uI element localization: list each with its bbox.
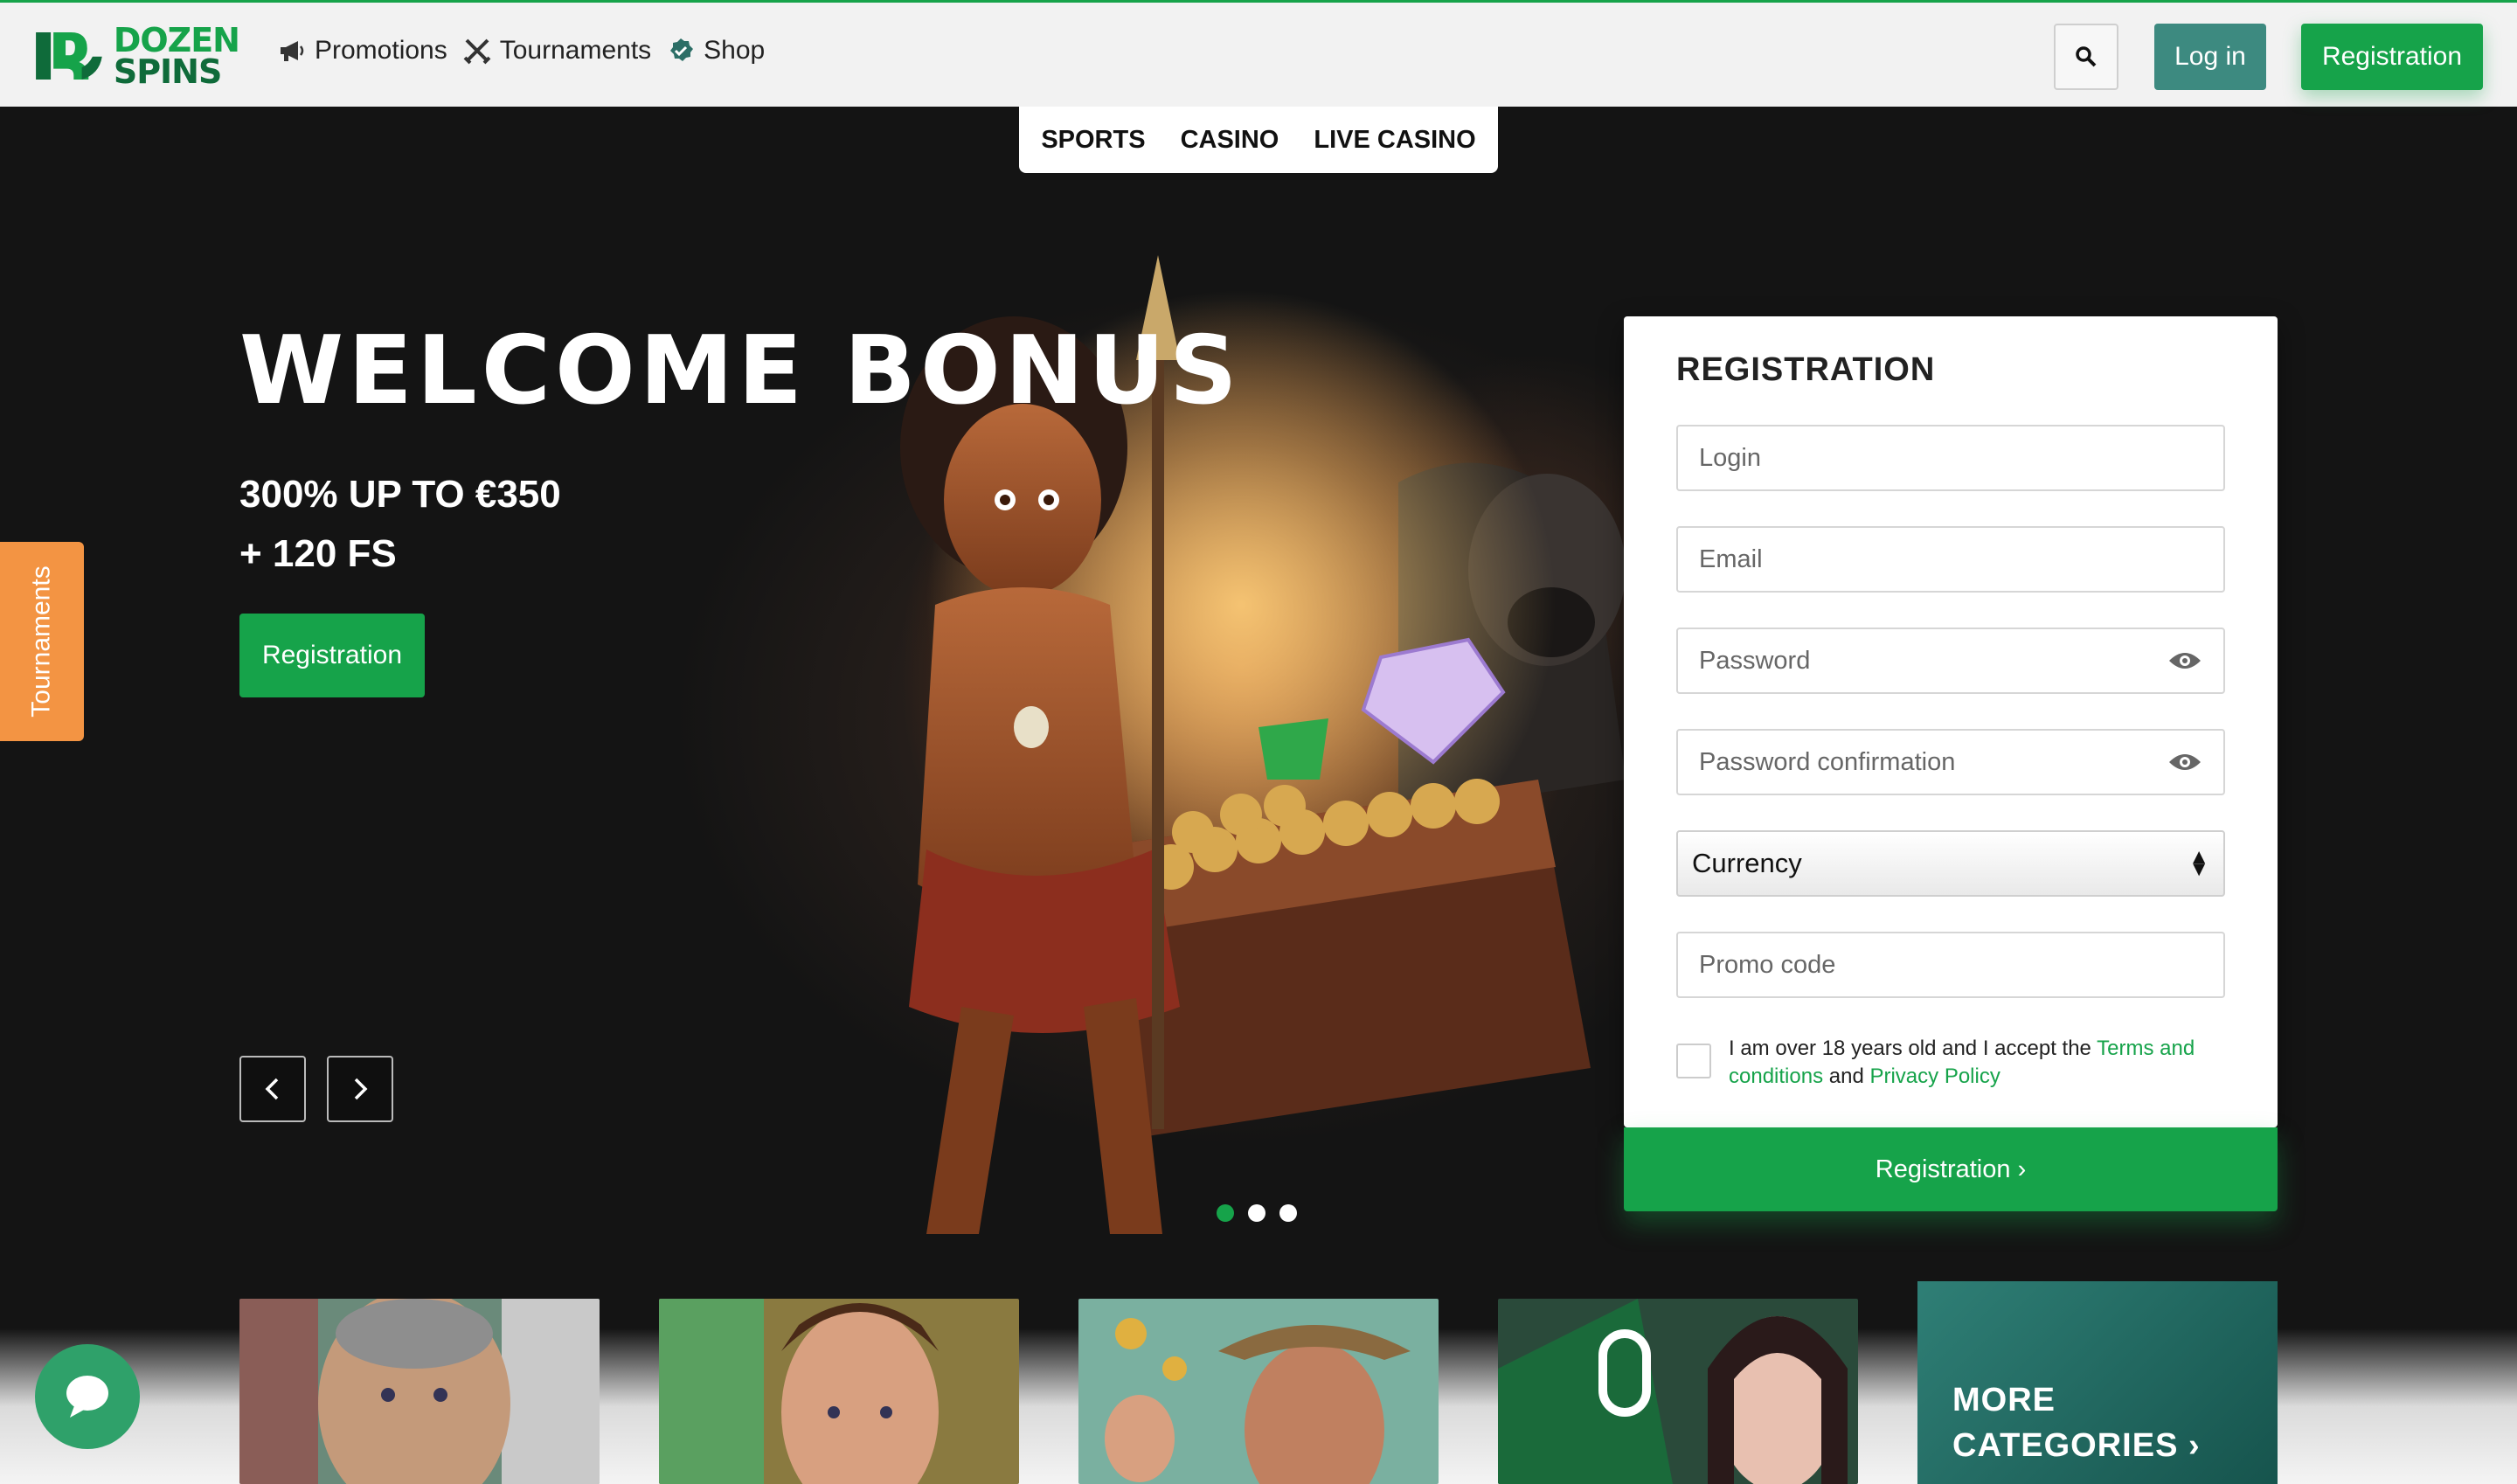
more-categories-line-2: CATEGORIES › — [1952, 1427, 2201, 1464]
slider-dots — [1217, 1204, 1297, 1222]
hero-title: WELCOME BONUS — [239, 316, 1242, 426]
password-confirmation-input[interactable] — [1699, 747, 2167, 777]
slider-prev-button[interactable] — [239, 1056, 306, 1122]
tab-live-casino[interactable]: LIVE CASINO — [1314, 126, 1475, 155]
game-art-hero — [659, 1299, 1019, 1484]
select-arrows-icon: ▲ ▼ — [2188, 845, 2209, 881]
consent-prefix: I am over 18 years old and I accept the — [1729, 1037, 2098, 1060]
tournaments-side-tab[interactable]: Tournaments — [0, 542, 84, 741]
megaphone-icon — [281, 41, 304, 61]
tab-sports[interactable]: SPORTS — [1041, 126, 1145, 155]
email-input[interactable] — [1699, 544, 2202, 574]
hero-offer: 300% UP TO €350 + 120 FS — [239, 465, 561, 584]
header-registration-button[interactable]: Registration — [2301, 24, 2483, 90]
search-icon — [2076, 46, 2097, 67]
nav-shop-label: Shop — [704, 36, 766, 65]
registration-submit-button[interactable]: Registration › — [1624, 1127, 2278, 1211]
age-consent-checkbox[interactable] — [1676, 1044, 1711, 1078]
privacy-link[interactable]: Privacy Policy — [1869, 1064, 2000, 1088]
slider-next-button[interactable] — [327, 1056, 393, 1122]
chevron-right-icon — [354, 1078, 368, 1100]
promo-code-field[interactable] — [1676, 932, 2225, 998]
tournaments-side-tab-label: Tournaments — [27, 565, 56, 718]
tab-casino[interactable]: CASINO — [1181, 126, 1279, 155]
email-field[interactable] — [1676, 526, 2225, 593]
site-header: DOZEN SPINS Promotions Tournaments Shop … — [0, 0, 2517, 107]
login-field[interactable] — [1676, 425, 2225, 491]
registration-panel: REGISTRATION Currency ▲▼ I am over 18 ye… — [1624, 316, 2278, 1127]
hero-offer-line-2: + 120 FS — [239, 532, 397, 575]
top-nav: Promotions Tournaments Shop — [278, 36, 765, 66]
more-categories-card[interactable]: MORE CATEGORIES › — [1917, 1281, 2278, 1484]
chat-button[interactable] — [35, 1344, 140, 1449]
game-art-roulette — [1498, 1299, 1858, 1484]
password-field[interactable] — [1676, 628, 2225, 694]
game-thumbnail-3[interactable] — [1078, 1299, 1439, 1484]
eye-icon[interactable] — [2167, 649, 2202, 672]
login-input[interactable] — [1699, 443, 2202, 473]
consent-and: and — [1823, 1064, 1870, 1088]
login-button[interactable]: Log in — [2154, 24, 2266, 90]
registration-title: REGISTRATION — [1676, 351, 1936, 388]
slider-dot-2[interactable] — [1248, 1204, 1265, 1222]
logo-mark-icon — [36, 31, 102, 80]
nav-shop[interactable]: Shop — [667, 36, 765, 66]
slider-dot-1[interactable] — [1217, 1204, 1234, 1222]
password-confirmation-field[interactable] — [1676, 729, 2225, 795]
nav-tournaments[interactable]: Tournaments — [463, 36, 651, 66]
logo-line-1: DOZEN — [113, 21, 240, 59]
nav-promotions[interactable]: Promotions — [278, 36, 447, 66]
currency-select-value: Currency — [1692, 848, 1802, 878]
game-thumbnail-2[interactable] — [659, 1299, 1019, 1484]
game-art-viking — [239, 1299, 600, 1484]
nav-tournaments-label: Tournaments — [499, 36, 652, 65]
game-art-cowboy — [1078, 1299, 1439, 1484]
logo[interactable]: DOZEN SPINS — [33, 18, 240, 94]
logo-wordmark: DOZEN SPINS — [113, 21, 240, 91]
chevron-left-icon — [265, 1078, 279, 1100]
product-tabs: SPORTS CASINO LIVE CASINO — [1019, 107, 1498, 173]
logo-line-2: SPINS — [113, 52, 223, 91]
game-thumbnail-4[interactable] — [1498, 1299, 1858, 1484]
game-thumbnail-1[interactable] — [239, 1299, 600, 1484]
password-input[interactable] — [1699, 646, 2167, 676]
crossed-swords-icon — [463, 38, 491, 65]
shop-badge-icon — [670, 38, 694, 61]
chat-bubble-icon — [66, 1376, 108, 1418]
nav-promotions-label: Promotions — [315, 36, 447, 65]
eye-icon[interactable] — [2167, 751, 2202, 773]
slider-dot-3[interactable] — [1279, 1204, 1297, 1222]
search-button[interactable] — [2054, 24, 2118, 90]
currency-select[interactable]: Currency ▲ ▼ — [1676, 830, 2225, 897]
hero-registration-button[interactable]: Registration — [239, 614, 425, 697]
more-categories-line-1: MORE — [1952, 1382, 2056, 1418]
consent-text: I am over 18 years old and I accept the … — [1729, 1035, 2227, 1091]
promo-code-input[interactable] — [1699, 950, 2202, 980]
hero-offer-line-1: 300% UP TO €350 — [239, 473, 561, 516]
